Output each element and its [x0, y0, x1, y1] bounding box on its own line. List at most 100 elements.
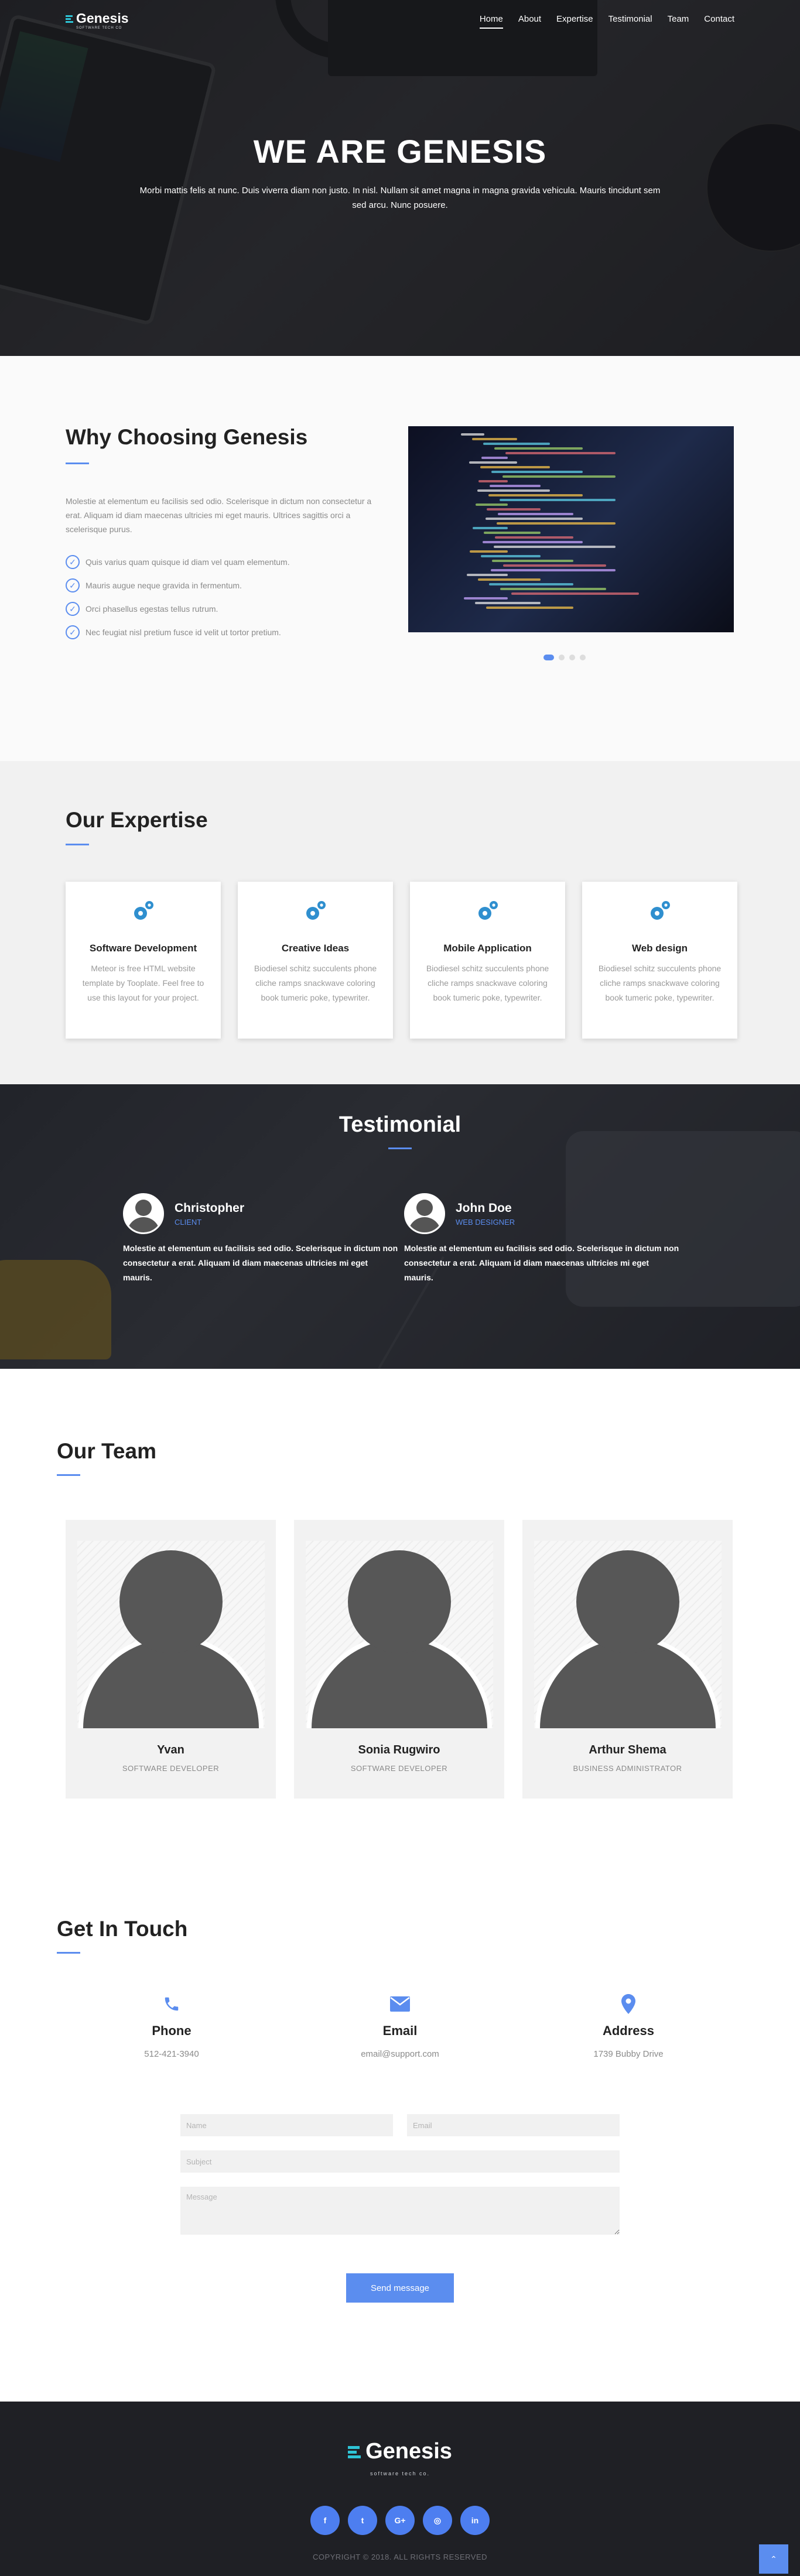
code-line [487, 508, 541, 511]
member-role: SOFTWARE DEVELOPER [122, 1764, 220, 1773]
scroll-to-top-button[interactable]: ⌃ [759, 2544, 788, 2574]
nav-item-contact[interactable]: Contact [704, 14, 734, 29]
instagram-icon[interactable]: ◎ [423, 2506, 452, 2535]
card-title: Mobile Application [443, 943, 532, 954]
send-message-button[interactable]: Send message [346, 2273, 454, 2303]
title-underline [66, 844, 89, 845]
list-item: ✓ Mauris augue neque gravida in fermentum… [66, 574, 290, 597]
code-line [478, 578, 541, 581]
message-field[interactable] [180, 2187, 620, 2235]
code-line [477, 489, 550, 492]
copyright-text: COPYRIGHT © 2018. ALL RIGHTS RESERVED [312, 2553, 488, 2561]
contact-info-phone: Phone 512-421-3940 [84, 1994, 259, 2059]
twitter-icon[interactable]: t [348, 2506, 377, 2535]
card-title: Creative Ideas [281, 943, 350, 954]
code-line [467, 574, 508, 576]
info-value[interactable]: 512-421-3940 [84, 2049, 259, 2059]
code-line [491, 471, 583, 473]
nav-item-home[interactable]: Home [479, 14, 503, 29]
testimonial-header: John Doe WEB DESIGNER [404, 1193, 679, 1234]
team-member-card: Arthur Shema BUSINESS ADMINISTRATOR [522, 1520, 733, 1799]
name-field[interactable] [180, 2114, 393, 2136]
code-line [498, 513, 573, 515]
facebook-icon[interactable]: f [310, 2506, 340, 2535]
code-line [492, 560, 573, 562]
title-underline [57, 1952, 80, 1954]
expertise-card: Creative Ideas Biodiesel schitz succulen… [238, 882, 393, 1039]
card-text: Biodiesel schitz succulents phone cliche… [254, 964, 377, 1002]
top-navigation: Genesis SOFTWARE TECH CO Home About Expe… [0, 0, 800, 40]
code-line [489, 583, 573, 585]
code-line [464, 597, 508, 600]
code-line [461, 433, 484, 436]
email-field[interactable] [407, 2114, 620, 2136]
code-line [494, 546, 616, 548]
check-icon: ✓ [66, 578, 80, 592]
team-title: Our Team [57, 1439, 156, 1463]
team-member-card: Yvan SOFTWARE DEVELOPER [66, 1520, 276, 1799]
code-line [469, 461, 517, 464]
brand-logo[interactable]: Genesis [66, 11, 129, 26]
envelope-icon [312, 1994, 488, 2014]
why-title: Why Choosing Genesis [66, 425, 308, 449]
code-line [497, 522, 616, 525]
gears-icon [302, 898, 329, 925]
code-line [495, 536, 573, 539]
member-role: SOFTWARE DEVELOPER [350, 1764, 448, 1773]
code-line [478, 480, 508, 482]
list-item: ✓ Orci phasellus egestas tellus rutrum. [66, 597, 290, 621]
contact-info-email: Email email@support.com [312, 1994, 488, 2059]
member-avatar [305, 1541, 493, 1728]
code-line [502, 475, 616, 478]
slider-dot[interactable] [580, 655, 586, 660]
nav-item-about[interactable]: About [518, 14, 541, 29]
why-paragraph: Molestie at elementum eu facilisis sed o… [66, 496, 372, 534]
title-underline [388, 1147, 412, 1149]
avatar [404, 1193, 445, 1234]
list-item-text: Mauris augue neque gravida in fermentum. [86, 581, 242, 590]
google-plus-icon[interactable]: G+ [385, 2506, 415, 2535]
slider-dot[interactable] [569, 655, 575, 660]
code-line [470, 550, 508, 553]
code-line [500, 588, 606, 590]
code-line [505, 452, 616, 454]
testimonial-role: CLIENT [175, 1217, 202, 1227]
check-icon: ✓ [66, 555, 80, 569]
info-value[interactable]: email@support.com [312, 2049, 488, 2059]
chevron-up-icon: ⌃ [770, 2554, 777, 2564]
nav-item-team[interactable]: Team [668, 14, 689, 29]
contact-section: Get In Touch Phone 512-421-3940 Email em… [0, 1877, 800, 2402]
footer-logo[interactable]: Genesis [0, 2439, 800, 2464]
list-item-text: Orci phasellus egestas tellus rutrum. [86, 604, 218, 614]
code-line [491, 569, 616, 571]
testimonial-card: Christopher CLIENT Molestie at elementum… [123, 1193, 398, 1285]
code-line [486, 607, 573, 609]
nav-item-testimonial[interactable]: Testimonial [608, 14, 652, 29]
expertise-card: Web design Biodiesel schitz succulents p… [582, 882, 737, 1039]
expertise-cards: Software Development Meteor is free HTML… [66, 882, 737, 1039]
footer: Genesis software tech co. f t G+ ◎ in CO… [0, 2402, 800, 2576]
info-value: 1739 Bubby Drive [593, 2049, 664, 2059]
subject-field[interactable] [180, 2150, 620, 2173]
footer-brand-name: Genesis [365, 2439, 452, 2464]
hero-title: WE ARE GENESIS [253, 133, 547, 170]
linkedin-icon[interactable]: in [460, 2506, 490, 2535]
phone-icon [84, 1994, 259, 2014]
title-underline [66, 463, 89, 464]
title-underline [57, 1474, 80, 1476]
brand-name: Genesis [76, 11, 129, 26]
expertise-card: Mobile Application Biodiesel schitz succ… [410, 882, 565, 1039]
member-name: Arthur Shema [589, 1743, 666, 1756]
code-line [481, 555, 541, 557]
info-label: Address [602, 2023, 655, 2038]
code-line [511, 592, 639, 595]
nav-item-expertise[interactable]: Expertise [556, 14, 593, 29]
hero-section: Genesis SOFTWARE TECH CO Home About Expe… [0, 0, 800, 356]
testimonial-title: Testimonial [339, 1112, 461, 1137]
list-item: ✓ Quis varius quam quisque id diam vel qu… [66, 550, 290, 574]
expertise-title: Our Expertise [66, 808, 208, 832]
code-line [500, 499, 616, 501]
slider-dot[interactable] [543, 655, 554, 660]
slider-dot[interactable] [559, 655, 565, 660]
code-line [481, 457, 508, 459]
